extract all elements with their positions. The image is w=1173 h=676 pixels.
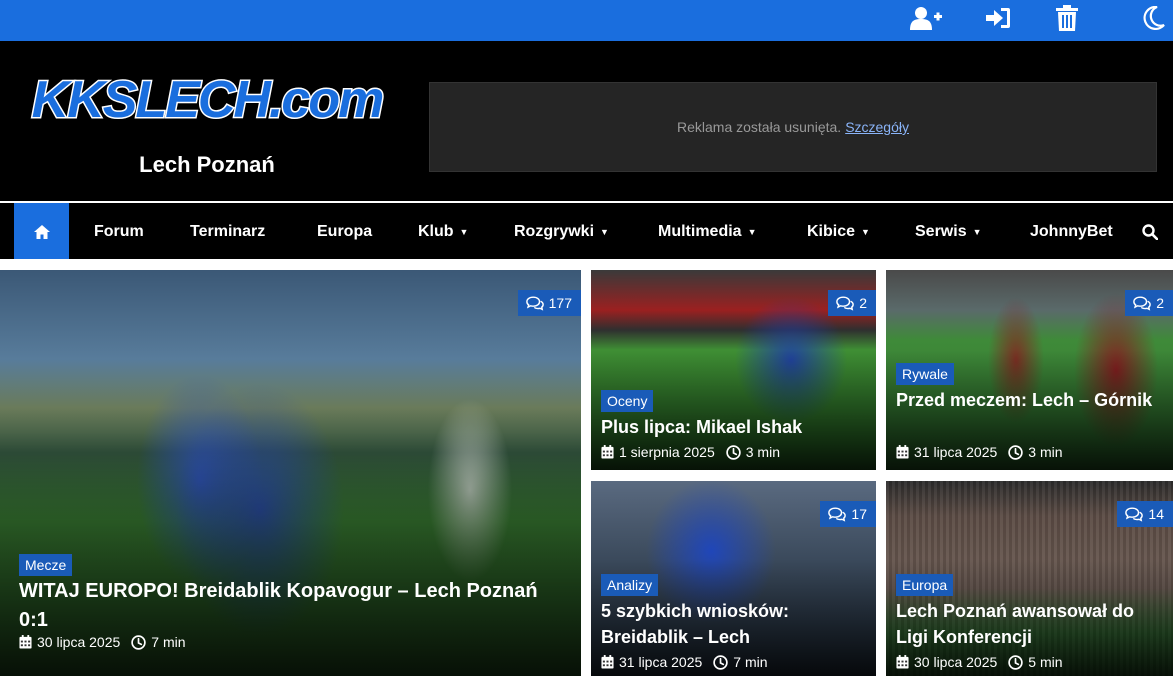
site-logo[interactable]: KKSLECH.com (20, 69, 394, 131)
comments-icon (1133, 296, 1151, 311)
calendar-icon (19, 635, 32, 649)
nav-divider (0, 259, 1173, 261)
article-date: 31 lipca 2025 (914, 444, 998, 460)
site-tagline: Lech Poznań (139, 152, 275, 177)
caret-down-icon: ▼ (600, 227, 609, 237)
nav-item-terminarz[interactable]: Terminarz (190, 203, 265, 261)
article-meta: 31 lipca 2025 7 min (601, 654, 768, 670)
search-button[interactable] (1138, 203, 1162, 261)
logo-text: KKSLECH.com (30, 70, 386, 131)
article-card[interactable]: 2 Rywale Przed meczem: Lech – Górnik 31 … (886, 270, 1173, 470)
nav-item-forum[interactable]: Forum (94, 203, 144, 261)
article-read-time: 3 min (1028, 444, 1063, 460)
clock-icon (1008, 445, 1023, 460)
comment-count-badge[interactable]: 17 (820, 501, 876, 527)
comments-icon (1125, 507, 1143, 522)
article-meta: 30 lipca 2025 5 min (896, 654, 1063, 670)
nav-item-kibice[interactable]: Kibice ▼ (807, 203, 870, 261)
article-title[interactable]: 5 szybkich wniosków: Breidablik – Lech (601, 598, 871, 650)
article-meta: 31 lipca 2025 3 min (896, 444, 1063, 460)
article-card[interactable]: 14 Europa Lech Poznań awansował do Ligi … (886, 481, 1173, 676)
caret-down-icon: ▼ (747, 227, 757, 237)
article-title[interactable]: Lech Poznań awansował do Ligi Konferencj… (896, 598, 1166, 650)
article-card[interactable]: 17 Analizy 5 szybkich wniosków: Breidabl… (591, 481, 876, 676)
nav-item-johnnybet[interactable]: JohnnyBet (1030, 203, 1113, 261)
top-bar (0, 0, 1173, 41)
article-title[interactable]: Przed meczem: Lech – Górnik (896, 387, 1156, 413)
site-header: KKSLECH.com Lech Poznań Reklama została … (0, 41, 1173, 201)
calendar-icon (601, 445, 614, 459)
article-meta: 1 sierpnia 2025 3 min (601, 444, 780, 460)
nav-item-klub[interactable]: Klub ▼ (418, 203, 468, 261)
article-card-featured[interactable]: 177 Mecze WITAJ EUROPO! Breidablik Kopav… (0, 270, 581, 676)
caret-down-icon: ▼ (972, 227, 982, 237)
main-nav: Forum Terminarz Europa Klub ▼ Rozgrywki ▼ … (0, 201, 1173, 261)
ad-placeholder: Reklama została usunięta. Szczegóły (429, 82, 1157, 172)
nav-item-multimedia[interactable]: Multimedia ▼ (658, 203, 756, 261)
comments-icon (828, 507, 846, 522)
article-date: 30 lipca 2025 (37, 634, 121, 650)
calendar-icon (896, 445, 909, 459)
ad-details-link[interactable]: Szczegóły (845, 119, 909, 135)
article-date: 31 lipca 2025 (619, 654, 703, 670)
nav-item-rozgrywki[interactable]: Rozgrywki ▼ (514, 203, 609, 261)
nav-item-europa[interactable]: Europa (317, 203, 372, 261)
article-card[interactable]: 2 Oceny Plus lipca: Mikael Ishak 1 sierp… (591, 270, 876, 470)
clock-icon (131, 635, 146, 650)
home-icon (33, 225, 50, 239)
category-badge[interactable]: Oceny (601, 390, 654, 412)
nav-item-serwis[interactable]: Serwis ▼ (915, 203, 982, 261)
article-meta: 30 lipca 2025 7 min (19, 634, 186, 650)
comment-count-badge[interactable]: 177 (517, 290, 581, 316)
user-plus-icon[interactable] (909, 4, 943, 32)
trash-icon[interactable] (1050, 4, 1084, 32)
caret-down-icon: ▼ (459, 227, 469, 237)
search-icon (1142, 224, 1158, 240)
article-read-time: 7 min (733, 654, 768, 670)
article-read-time: 7 min (151, 634, 186, 650)
comment-count-badge[interactable]: 14 (1117, 501, 1173, 527)
category-badge[interactable]: Mecze (19, 554, 73, 576)
comments-icon (836, 296, 854, 311)
article-title[interactable]: WITAJ EUROPO! Breidablik Kopavogur – Lec… (19, 577, 559, 635)
category-badge[interactable]: Europa (896, 574, 954, 596)
calendar-icon (601, 655, 614, 669)
comment-count-badge[interactable]: 2 (828, 290, 876, 316)
article-date: 30 lipca 2025 (914, 654, 998, 670)
sign-in-icon[interactable] (981, 4, 1015, 32)
clock-icon (713, 655, 728, 670)
category-badge[interactable]: Analizy (601, 574, 659, 596)
comments-icon (526, 296, 544, 311)
article-date: 1 sierpnia 2025 (619, 444, 715, 460)
moon-icon[interactable] (1137, 4, 1171, 32)
article-read-time: 5 min (1028, 654, 1063, 670)
clock-icon (1008, 655, 1023, 670)
article-title[interactable]: Plus lipca: Mikael Ishak (601, 414, 871, 440)
category-badge[interactable]: Rywale (896, 363, 954, 385)
ad-removed-text: Reklama została usunięta. (676, 119, 842, 135)
home-button[interactable] (14, 203, 69, 261)
comment-count-badge[interactable]: 2 (1125, 290, 1173, 316)
caret-down-icon: ▼ (861, 227, 870, 237)
clock-icon (726, 445, 741, 460)
calendar-icon (896, 655, 909, 669)
article-read-time: 3 min (745, 444, 780, 460)
